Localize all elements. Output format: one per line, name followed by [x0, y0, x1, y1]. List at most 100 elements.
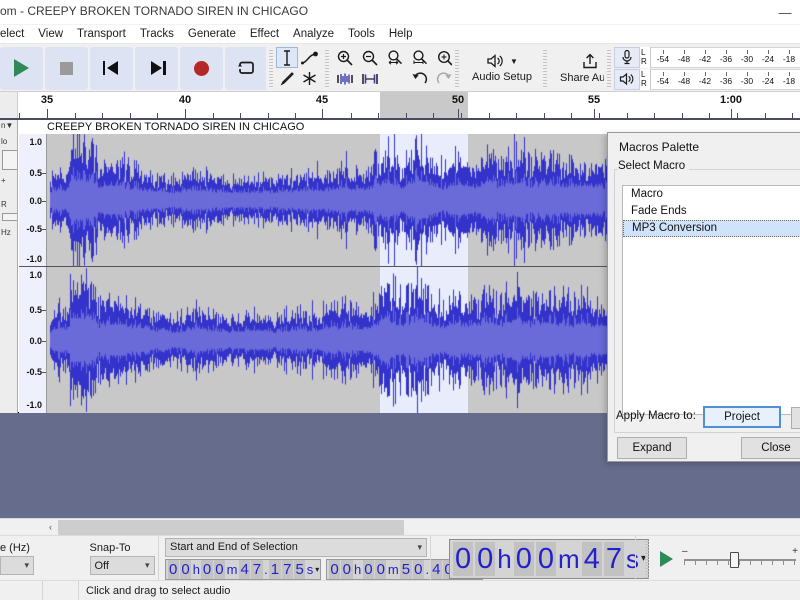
- time-digit[interactable]: 0: [328, 559, 341, 579]
- macros-palette-dialog[interactable]: Macros Palette Select Macro Macro Fade E…: [607, 132, 800, 462]
- time-digit[interactable]: 7: [251, 559, 263, 579]
- expand-button[interactable]: Expand: [617, 437, 687, 459]
- close-button[interactable]: Close: [741, 437, 800, 459]
- time-digit[interactable]: 0: [412, 559, 424, 579]
- time-digit[interactable]: 0: [475, 541, 496, 576]
- time-digit[interactable]: 0: [453, 541, 474, 576]
- menu-item-tools[interactable]: Tools: [341, 26, 382, 42]
- audio-position-time[interactable]: 00h00m47s▾: [449, 538, 650, 579]
- zoom-out-button[interactable]: [357, 47, 382, 68]
- track-control-panel[interactable]: n▼ lo + R Hz: [0, 120, 18, 413]
- time-format-caret[interactable]: ▾: [315, 565, 319, 574]
- project-rate-select[interactable]: ▾: [0, 556, 34, 575]
- snap-to-select[interactable]: Off ▾: [89, 556, 155, 575]
- silence-audio-button[interactable]: [357, 68, 382, 89]
- selection-tool-button[interactable]: [276, 47, 298, 68]
- menu-item-help[interactable]: Help: [382, 26, 420, 42]
- time-digit[interactable]: 0: [167, 559, 179, 579]
- play-at-speed-button[interactable]: [652, 547, 680, 571]
- speed-slider-thumb[interactable]: [730, 551, 739, 568]
- time-digit[interactable]: 0: [179, 559, 192, 579]
- playback-meter[interactable]: LR -54 -48 -42 -36 -30 -24 -18: [614, 68, 800, 90]
- time-digit[interactable]: 5: [400, 559, 412, 579]
- audio-setup-button[interactable]: ▼ Audio Setup: [462, 46, 542, 90]
- time-unit[interactable]: h: [353, 560, 362, 579]
- scrollbar-thumb[interactable]: [58, 520, 404, 535]
- meter-channel-labels: LR: [640, 68, 651, 90]
- menu-item-transport[interactable]: Transport: [70, 26, 133, 42]
- loop-button[interactable]: [225, 46, 268, 90]
- mute-solo-label[interactable]: lo: [1, 137, 7, 146]
- pan-slider-label[interactable]: R: [1, 200, 7, 209]
- play-button[interactable]: [0, 46, 43, 90]
- menu-item-select[interactable]: elect: [0, 26, 31, 42]
- horizontal-scrollbar[interactable]: ‹: [0, 518, 800, 535]
- undo-button[interactable]: [407, 68, 432, 89]
- trim-audio-button[interactable]: [332, 68, 357, 89]
- speed-minus-label: –: [682, 545, 688, 557]
- skip-to-start-button[interactable]: [90, 46, 133, 90]
- list-item[interactable]: Fade Ends: [623, 203, 800, 220]
- track-menu-label[interactable]: n▼: [1, 121, 13, 130]
- time-unit[interactable]: s: [306, 560, 315, 579]
- time-digit[interactable]: 5: [293, 559, 306, 579]
- skip-to-end-button[interactable]: [135, 46, 178, 90]
- play-meter-button[interactable]: [614, 68, 640, 90]
- scroll-left-arrow[interactable]: ‹: [42, 519, 59, 535]
- list-item[interactable]: MP3 Conversion: [623, 220, 800, 237]
- time-digit[interactable]: 0: [362, 559, 375, 579]
- time-digit[interactable]: 4: [238, 559, 251, 579]
- fit-selection-to-width-button[interactable]: [382, 47, 407, 68]
- menu-item-tracks[interactable]: Tracks: [133, 26, 181, 42]
- time-digit[interactable]: 0: [513, 541, 534, 576]
- record-button[interactable]: [180, 46, 223, 90]
- time-unit[interactable]: m: [557, 542, 581, 576]
- time-digit[interactable]: 0: [375, 559, 387, 579]
- playback-speed-slider[interactable]: – +: [680, 545, 800, 570]
- stop-button[interactable]: [45, 46, 88, 90]
- apply-to-project-button[interactable]: Project: [703, 406, 781, 428]
- apply-to-files-button[interactable]: Files: [791, 407, 800, 429]
- minimize-button[interactable]: —: [770, 0, 800, 25]
- fit-selection-icon: [387, 49, 402, 65]
- time-digit[interactable]: 7: [281, 559, 293, 579]
- menu-item-effect[interactable]: Effect: [243, 26, 286, 42]
- time-unit[interactable]: m: [387, 560, 400, 579]
- time-digit[interactable]: 0: [213, 559, 226, 579]
- time-digit[interactable]: 4: [581, 541, 602, 576]
- time-digit[interactable]: 0: [535, 541, 557, 576]
- time-unit[interactable]: m: [226, 560, 239, 579]
- time-digit[interactable]: 7: [603, 541, 624, 576]
- toolbar-grip[interactable]: [454, 48, 460, 88]
- toolbar-grip[interactable]: [268, 48, 274, 88]
- toolbar-grip[interactable]: [324, 48, 330, 88]
- time-digit[interactable]: 0: [201, 559, 213, 579]
- draw-tool-button[interactable]: [276, 68, 298, 89]
- selection-mode-select[interactable]: Start and End of Selection ▾: [165, 537, 427, 557]
- timeline-ruler[interactable]: 35 40 45 50 55 1:00: [0, 92, 800, 120]
- recording-meter[interactable]: LR -54 -48 -42 -36 -30 -24 -18: [614, 46, 800, 68]
- select-macro-label: Select Macro: [618, 160, 690, 172]
- toolbar-grip[interactable]: [644, 538, 650, 579]
- toolbar-grip[interactable]: [542, 48, 548, 88]
- menu-item-generate[interactable]: Generate: [181, 26, 243, 42]
- toolbar-grip[interactable]: [606, 48, 612, 88]
- pan-slider[interactable]: [2, 213, 17, 221]
- time-unit[interactable]: .: [263, 560, 269, 579]
- menu-item-analyze[interactable]: Analyze: [286, 26, 341, 42]
- macro-list[interactable]: Macro Fade Ends MP3 Conversion: [622, 185, 800, 415]
- time-digit[interactable]: 0: [341, 559, 353, 579]
- time-digit[interactable]: 1: [269, 559, 281, 579]
- menu-item-view[interactable]: View: [31, 26, 70, 42]
- time-unit[interactable]: h: [192, 560, 201, 579]
- time-unit[interactable]: h: [496, 542, 512, 576]
- envelope-tool-button[interactable]: [298, 47, 320, 68]
- mute-button[interactable]: [2, 150, 17, 170]
- zoom-in-button[interactable]: [332, 47, 357, 68]
- gain-slider-label[interactable]: +: [1, 176, 6, 185]
- record-meter-button[interactable]: [614, 46, 640, 68]
- multi-tool-button[interactable]: [298, 68, 320, 89]
- selection-start-time[interactable]: 0 0 h 0 0 m 4 7. 1 7 5 s ▾: [165, 558, 322, 580]
- track-resizer[interactable]: [2, 366, 17, 394]
- fit-project-to-width-button[interactable]: [407, 47, 432, 68]
